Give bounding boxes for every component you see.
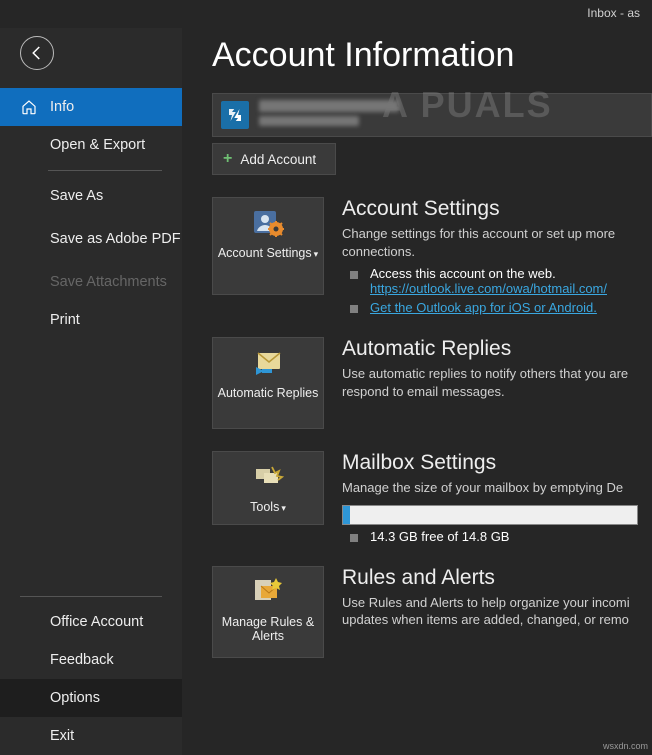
- account-type-redacted: [259, 116, 359, 126]
- sidebar-label: Open & Export: [50, 137, 145, 153]
- account-settings-tile[interactable]: Account Settings▾: [212, 197, 324, 295]
- sidebar-item-info[interactable]: Info: [0, 88, 182, 126]
- section-title: Account Settings: [342, 197, 652, 221]
- section-desc: Use Rules and Alerts to help organize yo…: [342, 594, 652, 629]
- owa-link[interactable]: https://outlook.live.com/owa/hotmail.com…: [370, 281, 607, 296]
- chevron-down-icon: ▾: [314, 249, 319, 259]
- sidebar-item-save-attachments: Save Attachments: [0, 263, 182, 301]
- automatic-replies-tile[interactable]: Automatic Replies: [212, 337, 324, 429]
- exchange-icon: [221, 101, 249, 129]
- sidebar-item-save-as[interactable]: Save As: [0, 177, 182, 215]
- backstage-sidebar: Info Open & Export Save As Save as Adobe…: [0, 28, 182, 755]
- account-settings-icon: [251, 206, 285, 240]
- section-account-settings: Account Settings▾ Account Settings Chang…: [212, 197, 652, 315]
- title-bar: Inbox - as: [0, 0, 652, 28]
- bullet-text: Access this account on the web.: [370, 266, 607, 281]
- storage-text: 14.3 GB free of 14.8 GB: [370, 529, 509, 544]
- section-rules-alerts: Manage Rules & Alerts Rules and Alerts U…: [212, 566, 652, 658]
- sidebar-item-options[interactable]: Options: [0, 679, 182, 717]
- section-title: Automatic Replies: [342, 337, 652, 361]
- section-desc: Use automatic replies to notify others t…: [342, 365, 652, 400]
- tools-tile[interactable]: Tools▾: [212, 451, 324, 525]
- sidebar-item-print[interactable]: Print: [0, 301, 182, 339]
- sidebar-label: Info: [50, 99, 74, 115]
- section-title: Mailbox Settings: [342, 451, 652, 475]
- sidebar-label: Save as Adobe PDF: [50, 230, 181, 248]
- sidebar-label: Feedback: [50, 652, 114, 668]
- tile-label: Tools: [250, 500, 279, 514]
- mobile-app-link[interactable]: Get the Outlook app for iOS or Android.: [370, 300, 597, 315]
- bullet-icon: [350, 271, 358, 279]
- tools-icon: [251, 460, 285, 494]
- section-automatic-replies: Automatic Replies Automatic Replies Use …: [212, 337, 652, 429]
- main-panel: A PUALS Account Information + Add Accoun…: [182, 28, 652, 755]
- sidebar-label: Print: [50, 312, 80, 328]
- source-watermark: wsxdn.com: [603, 741, 648, 751]
- arrow-left-icon: [28, 44, 46, 62]
- tile-label: Manage Rules & Alerts: [217, 615, 319, 643]
- account-selector[interactable]: [212, 93, 652, 137]
- plus-icon: +: [223, 150, 232, 168]
- section-title: Rules and Alerts: [342, 566, 652, 590]
- add-account-label: Add Account: [240, 152, 316, 167]
- automatic-replies-icon: [251, 346, 285, 380]
- add-account-button[interactable]: + Add Account: [212, 143, 336, 175]
- sidebar-item-save-adobe-pdf[interactable]: Save as Adobe PDF: [0, 215, 182, 263]
- divider: [20, 596, 162, 597]
- tile-label: Account Settings: [218, 246, 312, 260]
- sidebar-item-exit[interactable]: Exit: [0, 717, 182, 755]
- home-icon: [20, 98, 38, 116]
- sidebar-item-office-account[interactable]: Office Account: [0, 603, 182, 641]
- bullet-icon: [350, 534, 358, 542]
- storage-fill: [343, 506, 350, 524]
- section-desc: Change settings for this account or set …: [342, 225, 652, 260]
- sidebar-item-feedback[interactable]: Feedback: [0, 641, 182, 679]
- tile-label: Automatic Replies: [218, 386, 319, 400]
- rules-alerts-icon: [251, 575, 285, 609]
- sidebar-label: Save Attachments: [50, 274, 167, 290]
- storage-bar: [342, 505, 638, 525]
- page-title: Account Information: [212, 36, 652, 75]
- back-button[interactable]: [20, 36, 54, 70]
- divider: [48, 170, 162, 171]
- sidebar-label: Save As: [50, 188, 103, 204]
- sidebar-label: Exit: [50, 728, 74, 744]
- account-email-redacted: [259, 100, 399, 112]
- section-mailbox-settings: Tools▾ Mailbox Settings Manage the size …: [212, 451, 652, 544]
- manage-rules-tile[interactable]: Manage Rules & Alerts: [212, 566, 324, 658]
- section-desc: Manage the size of your mailbox by empty…: [342, 479, 652, 497]
- bullet-icon: [350, 305, 358, 313]
- chevron-down-icon: ▾: [281, 503, 286, 513]
- sidebar-label: Options: [50, 690, 100, 706]
- sidebar-item-open-export[interactable]: Open & Export: [0, 126, 182, 164]
- sidebar-label: Office Account: [50, 614, 143, 630]
